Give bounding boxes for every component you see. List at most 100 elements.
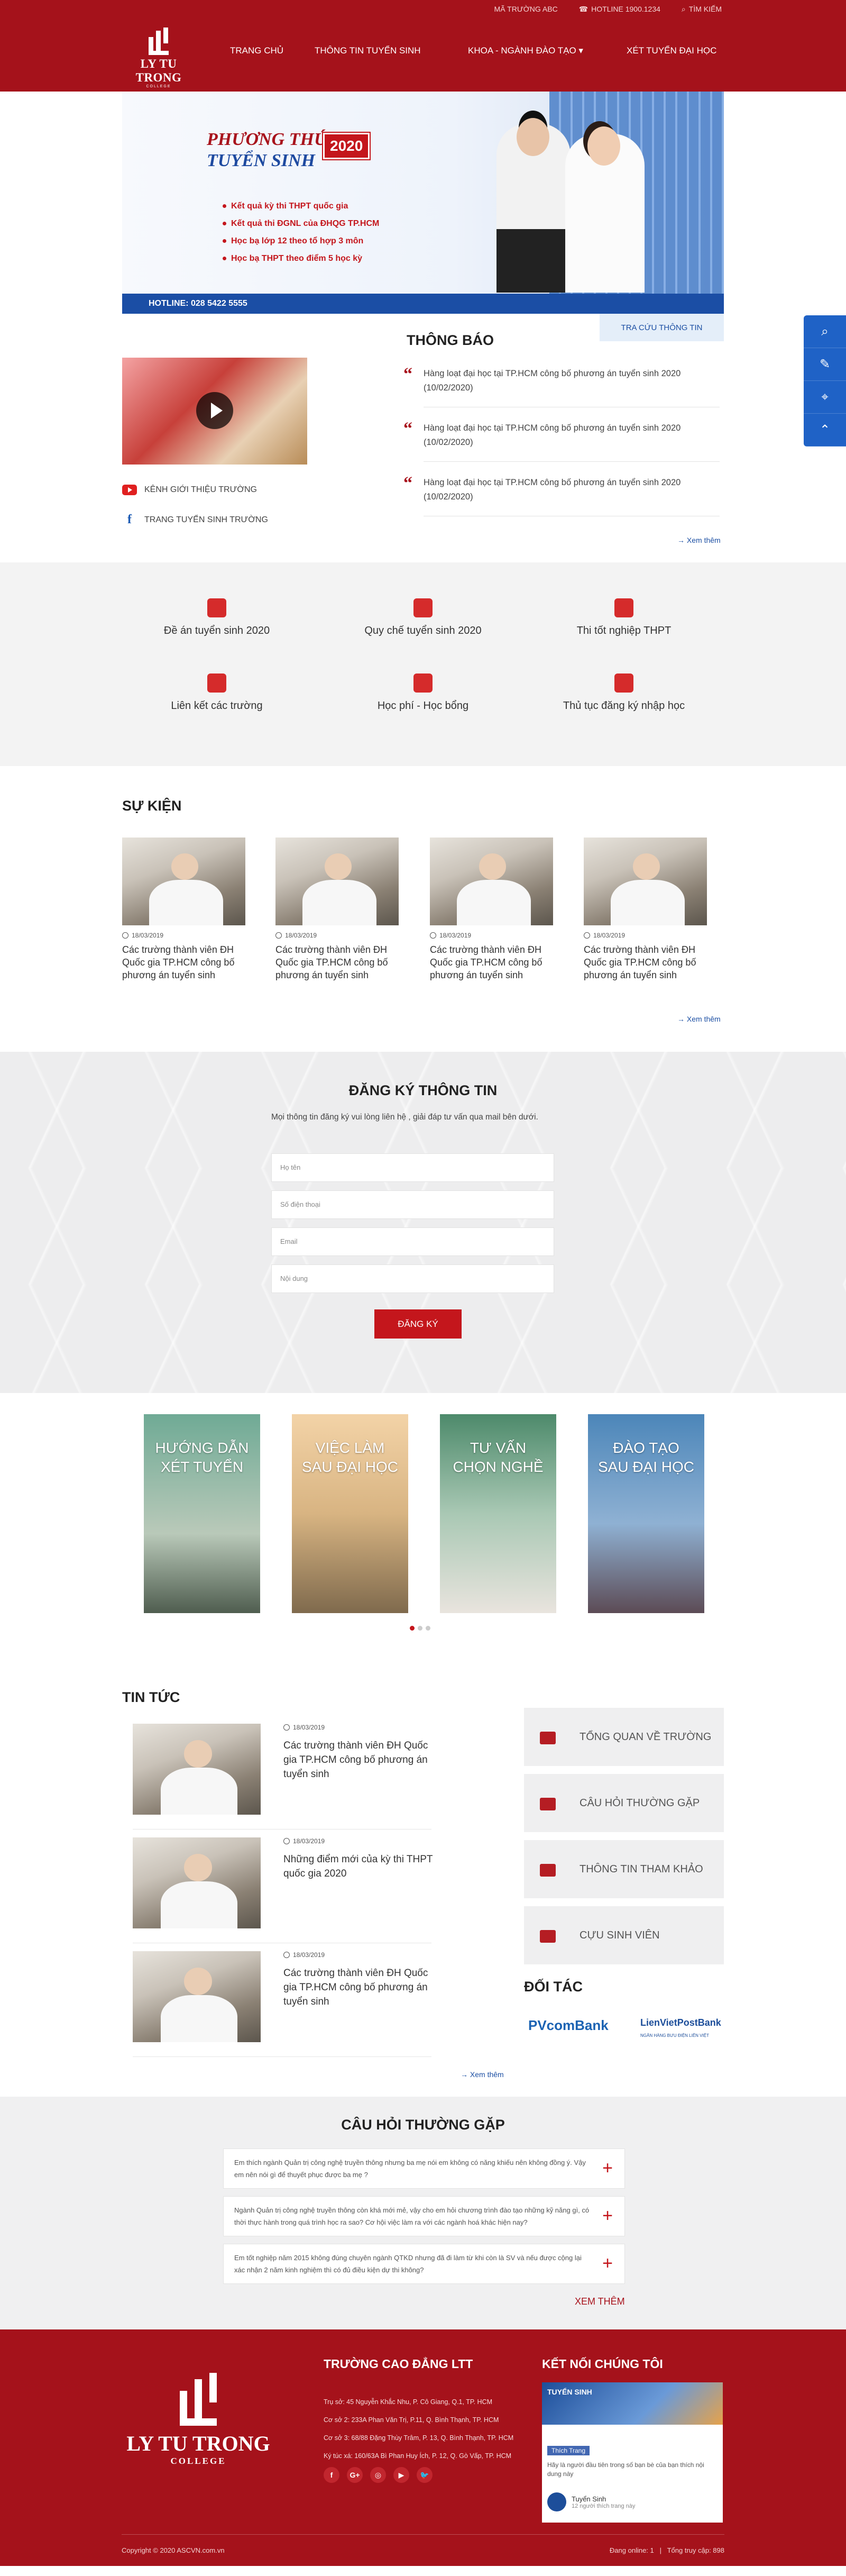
footer-logo[interactable]: LY TU TRONG COLLEGE bbox=[122, 2373, 275, 2466]
notice-more-link[interactable]: → Xem thêm bbox=[677, 536, 721, 544]
feature-card[interactable]: HƯỚNG DẪN XÉT TUYỂN bbox=[144, 1414, 260, 1613]
side-link-faq[interactable]: CÂU HỎI THƯỜNG GẶP bbox=[524, 1774, 724, 1832]
clock-icon bbox=[122, 932, 128, 939]
address-line: Trụ sở: 45 Nguyễn Khắc Nhu, P. Cô Giang,… bbox=[324, 2398, 492, 2406]
feature-card[interactable]: VIỆC LÀM SAU ĐẠI HỌC bbox=[292, 1414, 408, 1613]
nav-home[interactable]: TRANG CHỦ bbox=[230, 45, 315, 56]
map-pin-icon[interactable]: ⌖ bbox=[804, 381, 846, 414]
facebook-link[interactable]: f TRANG TUYỂN SINH TRƯỜNG bbox=[122, 513, 268, 527]
plus-icon[interactable]: + bbox=[597, 2253, 618, 2274]
logo[interactable]: LY TU TRONG COLLEGE bbox=[122, 28, 196, 88]
feature-card[interactable]: ĐÀO TẠO SAU ĐẠI HỌC bbox=[588, 1414, 704, 1613]
play-icon[interactable] bbox=[196, 392, 233, 429]
floating-side-widget: ⌕ ✎ ⌖ ⌃ bbox=[804, 315, 846, 447]
copyright: Copyright © 2020 ASCVN.com.vn bbox=[122, 2546, 225, 2554]
content-field[interactable]: Nội dung bbox=[271, 1264, 554, 1293]
carousel-dot[interactable] bbox=[410, 1626, 415, 1631]
events-more-link[interactable]: → Xem thêm bbox=[677, 1015, 721, 1023]
feature-card[interactable]: TƯ VẤN CHỌN NGHỀ bbox=[440, 1414, 556, 1613]
register-title: ĐĂNG KÝ THÔNG TIN bbox=[348, 1082, 498, 1098]
scroll-top-icon[interactable]: ⌃ bbox=[804, 414, 846, 447]
register-button[interactable]: ĐĂNG KÝ bbox=[374, 1309, 462, 1339]
lookup-button[interactable]: TRA CỨU THÔNG TIN bbox=[600, 314, 724, 341]
bell-icon bbox=[413, 598, 433, 617]
admission-plan-icon bbox=[207, 598, 226, 617]
nav-faculties[interactable]: KHOA - NGÀNH ĐÀO TẠO ▾ bbox=[468, 45, 627, 56]
facebook-page-widget[interactable]: TUYỂN SINH Thích Trang Hãy là người đầu … bbox=[542, 2382, 723, 2523]
banner-title-line1: PHƯƠNG THỨC bbox=[207, 130, 340, 149]
faq-more-link[interactable]: XEM THÊM bbox=[575, 2296, 625, 2307]
quick-link[interactable]: Học phí - Học bổng bbox=[344, 673, 502, 712]
graduate-icon bbox=[540, 1798, 556, 1810]
youtube-link[interactable]: KÊNH GIỚI THIỆU TRƯỜNG bbox=[122, 485, 257, 495]
faq-item[interactable]: Ngành Quản trị công nghệ truyền thông cò… bbox=[223, 2196, 625, 2236]
notice-item[interactable]: “Hàng loạt đại học tại TP.HCM công bố ph… bbox=[403, 420, 720, 462]
main-nav: TRANG CHỦ THÔNG TIN TUYỂN SINH KHOA - NG… bbox=[230, 45, 716, 56]
quick-link[interactable]: Đề án tuyển sinh 2020 bbox=[137, 598, 296, 637]
event-date: 18/03/2019 bbox=[430, 932, 553, 939]
event-image bbox=[430, 838, 553, 925]
notice-item[interactable]: “Hàng loạt đại học tại TP.HCM công bố ph… bbox=[403, 366, 720, 407]
fb-like-button[interactable]: Thích Trang bbox=[547, 2446, 590, 2455]
footer-social: f G+ ◎ ▶ 🐦 bbox=[324, 2467, 433, 2483]
email-field[interactable]: Email bbox=[271, 1227, 554, 1256]
news-more-link[interactable]: → Xem thêm bbox=[461, 2070, 504, 2079]
site-header: MÃ TRƯỜNG ABC ☎ HOTLINE 1900.1234 ⌕ TÌM KI… bbox=[0, 0, 846, 92]
event-card[interactable]: 18/03/2019 Các trường thành viên ĐH Quốc … bbox=[122, 838, 245, 981]
fb-profile[interactable]: Tuyển Sinh 12 người thích trang này bbox=[547, 2492, 635, 2511]
event-card[interactable]: 18/03/2019 Các trường thành viên ĐH Quốc … bbox=[275, 838, 399, 981]
twitter-icon[interactable]: 🐦 bbox=[417, 2467, 433, 2483]
news-item[interactable]: 18/03/2019 Các trường thành viên ĐH Quốc … bbox=[133, 1951, 431, 2057]
search-icon[interactable]: ⌕ bbox=[804, 315, 846, 348]
nav-admissions[interactable]: THÔNG TIN TUYỂN SINH bbox=[315, 45, 468, 56]
hero-banner[interactable]: PHƯƠNG THỨC TUYỂN SINH 2020 Kết quả kỳ t… bbox=[122, 92, 724, 314]
carousel-dot[interactable] bbox=[418, 1626, 422, 1631]
news-item[interactable]: 18/03/2019 Các trường thành viên ĐH Quốc … bbox=[133, 1724, 431, 1829]
quick-link[interactable]: Liên kết các trường bbox=[137, 673, 296, 712]
nav-university-admission[interactable]: XÉT TUYỂN ĐẠI HỌC bbox=[627, 45, 716, 56]
event-card[interactable]: 18/03/2019 Các trường thành viên ĐH Quốc … bbox=[584, 838, 707, 981]
banner-title-line2: TUYỂN SINH bbox=[207, 151, 315, 170]
event-image bbox=[275, 838, 399, 925]
clock-icon bbox=[283, 1724, 290, 1731]
news-image bbox=[133, 1951, 261, 2042]
quick-link[interactable]: Thi tốt nghiệp THPT bbox=[545, 598, 703, 637]
edit-icon[interactable]: ✎ bbox=[804, 348, 846, 381]
footer-bottom-bar: Copyright © 2020 ASCVN.com.vn Đang onlin… bbox=[122, 2534, 724, 2566]
quick-link[interactable]: Quy chế tuyển sinh 2020 bbox=[344, 598, 502, 637]
school-code: MÃ TRƯỜNG ABC bbox=[494, 5, 558, 13]
side-link-reference[interactable]: THÔNG TIN THAM KHẢO bbox=[524, 1840, 724, 1898]
faq-title: CÂU HỎI THƯỜNG GẶP bbox=[341, 2117, 505, 2133]
search-link[interactable]: ⌕ TÌM KIẾM bbox=[682, 5, 722, 14]
side-link-overview[interactable]: TỔNG QUAN VỀ TRƯỜNG bbox=[524, 1708, 724, 1766]
events-section: SỰ KIỆN 18/03/2019 Các trường thành viên … bbox=[122, 766, 724, 1052]
side-link-alumni[interactable]: CỰU SINH VIÊN bbox=[524, 1906, 724, 1964]
address-line: Cơ sở 3: 68/88 Đặng Thùy Trâm, P. 13, Q.… bbox=[324, 2434, 514, 2442]
instagram-icon[interactable]: ◎ bbox=[370, 2467, 386, 2483]
intro-video[interactable] bbox=[122, 358, 307, 465]
quote-icon: “ bbox=[403, 474, 412, 493]
event-card[interactable]: 18/03/2019 Các trường thành viên ĐH Quốc … bbox=[430, 838, 553, 981]
event-title: Các trường thành viên ĐH Quốc gia TP.HCM… bbox=[430, 944, 542, 980]
news-item[interactable]: 18/03/2019 Những điểm mới của kỳ thi THPT… bbox=[133, 1837, 433, 1943]
notice-item[interactable]: “Hàng loạt đại học tại TP.HCM công bố ph… bbox=[403, 475, 720, 516]
name-field[interactable]: Họ tên bbox=[271, 1153, 554, 1182]
event-image bbox=[584, 838, 707, 925]
hotline-link[interactable]: ☎ HOTLINE 1900.1234 bbox=[579, 5, 660, 14]
plus-icon[interactable]: + bbox=[597, 2158, 618, 2179]
partner-logo-pvcombank[interactable]: PVcomBank bbox=[528, 2017, 609, 2034]
google-plus-icon[interactable]: G+ bbox=[347, 2467, 363, 2483]
partner-logo-lienvietpostbank[interactable]: LienVietPostBank NGÂN HÀNG BƯU ĐIỆN LIÊN … bbox=[640, 2017, 721, 2040]
plus-icon[interactable]: + bbox=[597, 2205, 618, 2226]
faq-item[interactable]: Em tốt nghiệp năm 2015 không đúng chuyên… bbox=[223, 2244, 625, 2284]
facebook-icon[interactable]: f bbox=[324, 2467, 339, 2483]
faq-item[interactable]: Em thích ngành Quản trị công nghệ truyền… bbox=[223, 2149, 625, 2189]
chevron-down-icon: ▾ bbox=[578, 45, 583, 56]
fb-message: Hãy là người đầu tiên trong số bạn bè củ… bbox=[547, 2461, 704, 2478]
youtube-icon[interactable]: ▶ bbox=[393, 2467, 409, 2483]
phone-field[interactable]: Số điện thoại bbox=[271, 1190, 554, 1219]
youtube-icon bbox=[122, 485, 137, 495]
carousel-dot[interactable] bbox=[426, 1626, 430, 1631]
quick-link[interactable]: Thủ tục đăng ký nhập học bbox=[545, 673, 703, 712]
graduate-icon bbox=[540, 1930, 556, 1943]
